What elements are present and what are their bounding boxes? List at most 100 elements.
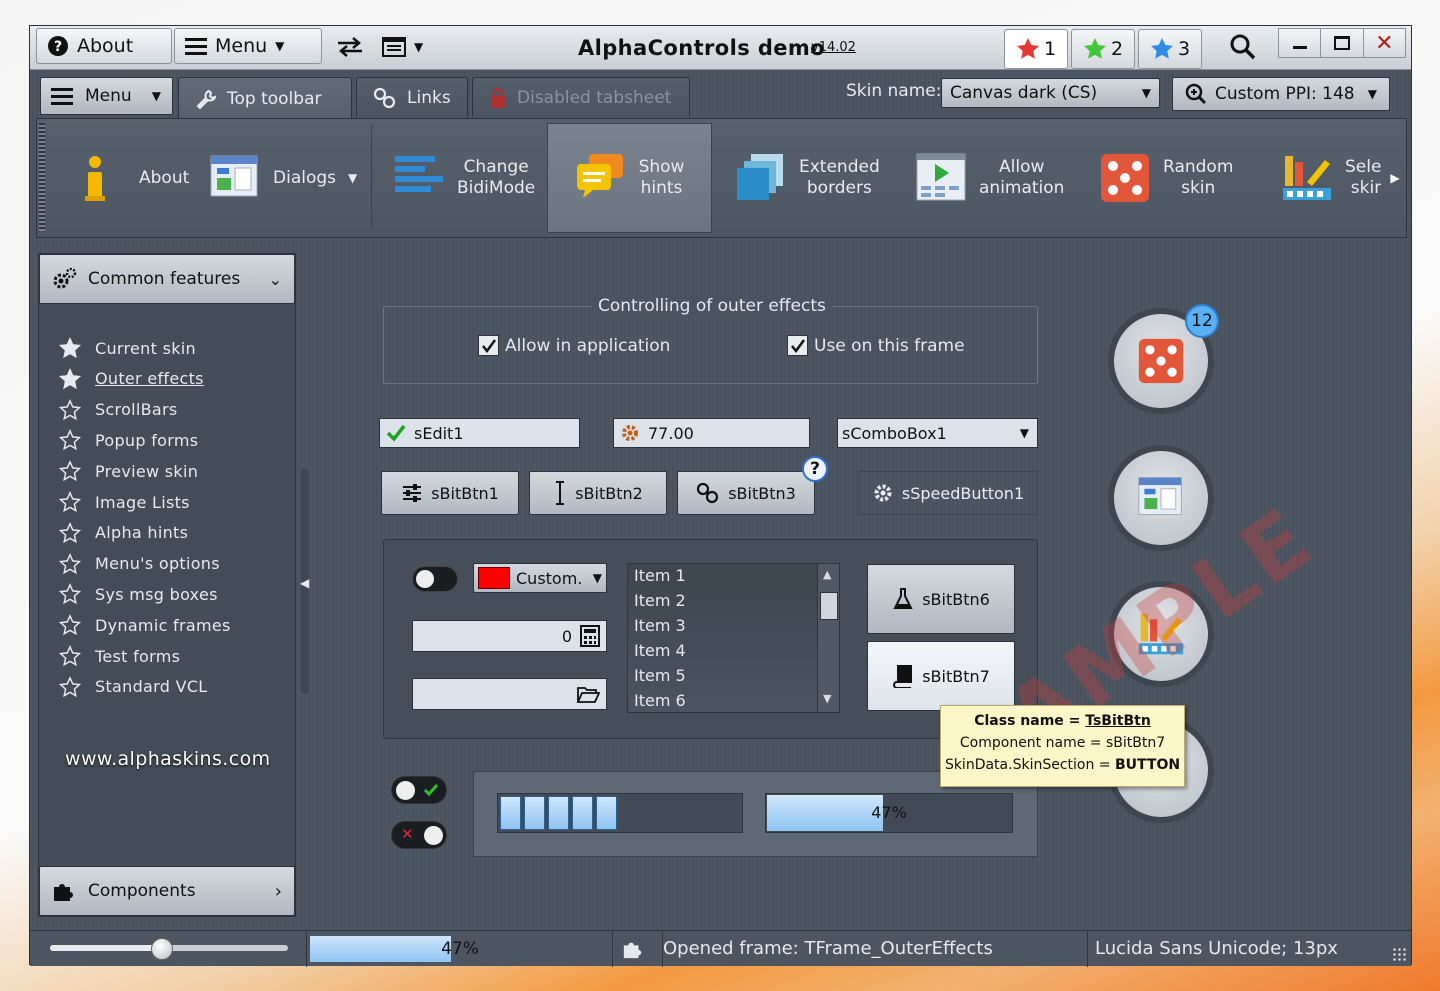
resize-grip[interactable] — [1392, 947, 1406, 961]
scombobox1[interactable]: sComboBox1 ▼ — [837, 418, 1038, 448]
scroll-down-icon[interactable]: ▼ — [823, 692, 831, 705]
collapse-arrow-icon[interactable]: ◀ — [300, 576, 309, 590]
toggle-switch-on[interactable] — [391, 776, 447, 804]
allow-in-application-checkbox[interactable]: Allow in application — [478, 335, 670, 356]
progress-text: 47% — [871, 803, 907, 822]
layout-dropdown[interactable]: ▼ — [382, 37, 423, 57]
sidebar-item-sys-msg-boxes[interactable]: Sys msg boxes — [59, 580, 218, 608]
tab-links[interactable]: Links — [356, 77, 468, 117]
hamburger-icon — [51, 88, 73, 105]
sidebar-item-outer-effects[interactable]: Outer effects — [59, 365, 204, 393]
toolbar-allow-animation-button[interactable]: Allow animation — [907, 123, 1072, 233]
sidebar-item-image-lists[interactable]: Image Lists — [59, 488, 190, 516]
use-on-frame-checkbox[interactable]: Use on this frame — [787, 335, 965, 356]
star-tab-label: 3 — [1177, 38, 1191, 60]
sidebar-item-standard-vcl[interactable]: Standard VCL — [59, 673, 208, 701]
sbitbtn1-button[interactable]: sBitBtn1 — [381, 471, 519, 515]
toolbar-bidimode-button[interactable]: Change BidiMode — [385, 123, 543, 233]
sbitbtn6-button[interactable]: sBitBtn6 — [867, 564, 1015, 634]
toggle-switch-x[interactable]: ✕ — [391, 821, 447, 849]
toolbar-select-skin-button[interactable]: Selecskin — [1273, 123, 1381, 233]
list-item[interactable]: Item 3 — [634, 616, 686, 635]
toolbar-extended-borders-button[interactable]: Extended borders — [727, 123, 888, 233]
sidebar-item-current-skin[interactable]: Current skin — [59, 334, 196, 362]
sidebar-header[interactable]: Common features ⌄ — [39, 254, 295, 304]
spin-edit[interactable]: 77.00 — [613, 418, 810, 448]
hint-question-icon[interactable]: ? — [802, 456, 828, 482]
tab-top-toolbar[interactable]: Top toolbar — [178, 77, 352, 119]
toolbar-show-hints-button[interactable]: Show hints — [547, 123, 712, 233]
tabs-menu-button[interactable]: Menu ▼ — [40, 77, 173, 115]
list-item[interactable]: Item 6 — [634, 691, 686, 710]
sspeedbutton1[interactable]: sSpeedButton1 — [858, 471, 1038, 515]
sedit1-input[interactable]: sEdit1 — [379, 418, 580, 448]
calc-edit[interactable]: 0 — [412, 620, 607, 652]
color-selector[interactable]: Custom. ▼ — [473, 563, 607, 593]
star-tab-2[interactable]: 2 — [1071, 29, 1135, 69]
chat-bubbles-icon — [576, 154, 623, 198]
toggle-switch-off[interactable] — [412, 566, 458, 592]
animation-window-icon — [916, 153, 966, 201]
swap-icon[interactable] — [336, 36, 364, 62]
list-item[interactable]: Item 4 — [634, 641, 686, 660]
sidebar-item-menu-s-options[interactable]: Menu's options — [59, 550, 220, 578]
gear-icon — [622, 425, 638, 441]
scrollbar-thumb[interactable] — [820, 592, 838, 620]
skin-combobox[interactable]: Canvas dark (CS) ▼ — [941, 78, 1160, 108]
line1: Change — [463, 157, 529, 177]
smooth-progressbar: 47% — [765, 793, 1013, 833]
listbox-scrollbar[interactable]: ▲ ▼ — [817, 564, 839, 712]
directory-edit[interactable] — [412, 678, 607, 710]
sidebar-item-dynamic-frames[interactable]: Dynamic frames — [59, 611, 231, 639]
round-dialogs-button[interactable] — [1114, 451, 1208, 545]
sidebar-item-alpha-hints[interactable]: Alpha hints — [59, 519, 188, 547]
trackbar-thumb[interactable] — [151, 938, 173, 960]
borders-icon — [737, 154, 783, 200]
round-palette-button[interactable] — [1114, 587, 1208, 681]
scroll-up-icon[interactable]: ▲ — [823, 568, 831, 581]
toolbar-about-button[interactable]: About — [67, 123, 197, 233]
toggle-knob — [424, 826, 443, 845]
star-tab-3[interactable]: 3 — [1138, 29, 1202, 69]
toolbar-grip[interactable] — [39, 123, 45, 231]
star-icon — [59, 398, 81, 420]
color-label: Custom. — [516, 568, 583, 588]
toolbar-dialogs-button[interactable]: Dialogs ▼ — [201, 123, 365, 233]
menu-button[interactable]: Menu ▼ — [174, 28, 322, 64]
info-icon — [85, 156, 105, 201]
line2: BidiMode — [457, 178, 536, 198]
sliders-icon — [403, 484, 422, 502]
minimize-icon[interactable] — [1279, 29, 1322, 57]
chevron-right-icon[interactable]: ▶ — [1385, 123, 1405, 233]
sidebar-item-popup-forms[interactable]: Popup forms — [59, 426, 198, 454]
listbox[interactable]: Item 1 Item 2 Item 3 Item 4 Item 5 Item 6 ▲ ▼ — [627, 563, 840, 713]
sidebar-item-scrollbars[interactable]: ScrollBars — [59, 396, 178, 424]
sidebar-footer-components[interactable]: Components › — [39, 866, 295, 916]
about-button[interactable]: ? About — [36, 28, 172, 64]
window-title: AlphaControls demo — [578, 36, 826, 60]
ppi-dropdown[interactable]: Custom PPI: 148 ▼ — [1172, 77, 1390, 111]
toolbar-random-skin-button[interactable]: Random skin — [1091, 123, 1241, 233]
star-tab-1[interactable]: 1 — [1004, 29, 1068, 69]
sbitbtn3-button[interactable]: sBitBtn3 — [677, 471, 815, 515]
sidebar-item-test-forms[interactable]: Test forms — [59, 642, 180, 670]
sidebar-item-preview-skin[interactable]: Preview skin — [59, 457, 198, 485]
sbitbtn7-button[interactable]: sBitBtn7 — [867, 641, 1015, 711]
tabs-menu-label: Menu — [85, 86, 132, 106]
version-link[interactable]: v14.02 — [811, 40, 856, 55]
trackbar-track[interactable] — [50, 938, 288, 960]
website-label[interactable]: www.alphaskins.com — [65, 748, 271, 770]
list-item[interactable]: Item 2 — [634, 591, 686, 610]
star-icon — [59, 583, 81, 605]
search-icon[interactable] — [1230, 34, 1256, 64]
sbitbtn2-button[interactable]: sBitBtn2 — [529, 471, 667, 515]
list-item[interactable]: Item 5 — [634, 666, 686, 685]
list-item[interactable]: Item 1 — [634, 566, 686, 585]
sidebar-panel: Common features ⌄ Current skin Outer effe… — [38, 253, 309, 917]
help-icon: ? — [48, 36, 68, 56]
progress-segment — [524, 796, 545, 830]
close-icon[interactable]: ✕ — [1364, 29, 1405, 57]
progress-segment — [548, 796, 569, 830]
calculator-icon — [580, 625, 600, 647]
maximize-icon[interactable] — [1321, 29, 1364, 57]
